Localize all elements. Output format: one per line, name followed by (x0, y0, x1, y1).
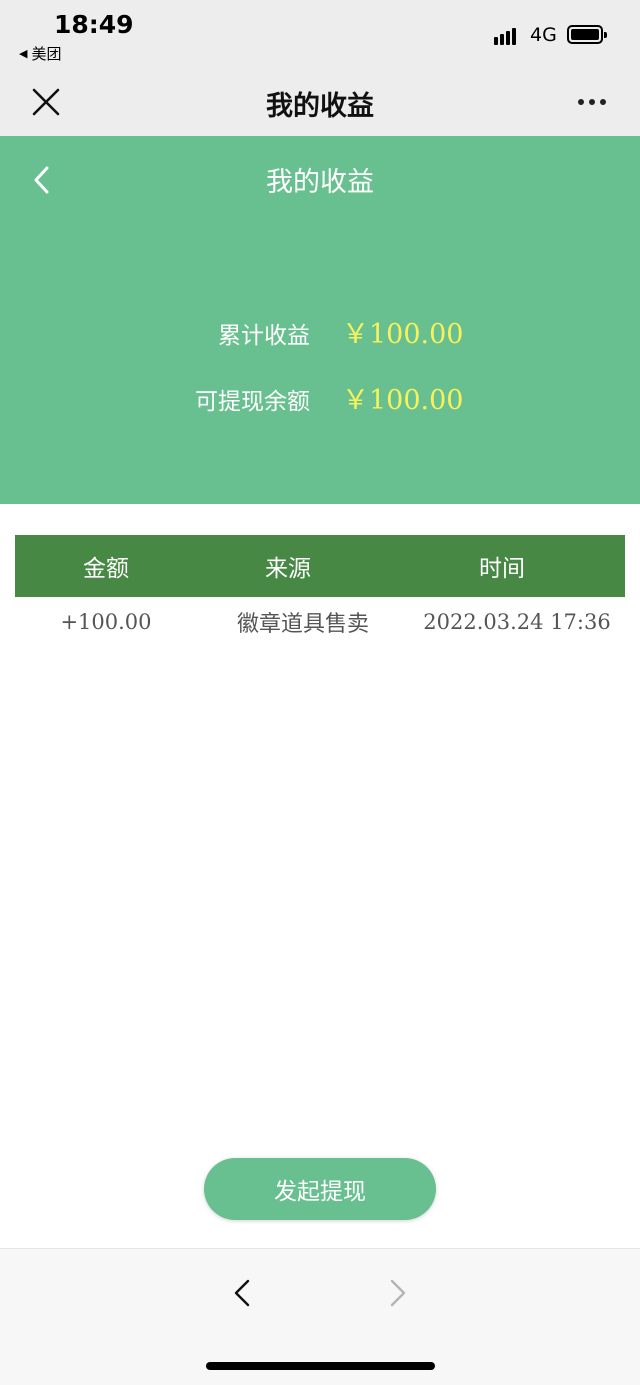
row-time: 2022.03.24 17:36 (423, 610, 611, 634)
network-type: 4G (530, 24, 557, 46)
withdraw-button[interactable]: 发起提现 (204, 1158, 436, 1220)
back-to-app-link[interactable]: ◀ 美团 (19, 43, 61, 64)
nav-bar: 我的收益 (0, 70, 640, 136)
signal-icon (494, 25, 516, 45)
total-earnings-label: 累计收益 (218, 323, 310, 349)
withdrawable-value: ￥100.00 (342, 385, 464, 416)
table-header: 金额 来源 时间 (15, 535, 625, 597)
chevron-left-icon[interactable] (230, 1275, 254, 1311)
nav-title: 我的收益 (266, 91, 374, 122)
back-app-label: 美团 (31, 45, 62, 63)
more-dots-icon[interactable] (578, 99, 606, 105)
browser-toolbar (0, 1248, 640, 1385)
page-title: 我的收益 (266, 167, 374, 198)
earnings-table: 金额 来源 时间 +100.00 徽章道具售卖 2022.03.24 17:36 (15, 535, 625, 647)
home-indicator (206, 1362, 435, 1370)
back-triangle-icon: ◀ (19, 47, 28, 60)
withdrawable-row: 可提现余额 ￥100.00 (0, 378, 640, 418)
withdrawable-label: 可提现余额 (195, 389, 310, 415)
status-bar: 18:49 ◀ 美团 4G (0, 0, 640, 70)
battery-icon (567, 25, 607, 44)
total-earnings-row: 累计收益 ￥100.00 (0, 312, 640, 352)
table-row: +100.00 徽章道具售卖 2022.03.24 17:36 (15, 597, 625, 647)
status-time: 18:49 (54, 10, 134, 39)
header-time: 时间 (479, 556, 525, 582)
total-earnings-value: ￥100.00 (342, 319, 464, 350)
row-amount: +100.00 (60, 610, 152, 634)
row-source: 徽章道具售卖 (236, 612, 369, 637)
header-source: 来源 (265, 556, 311, 582)
earnings-header: 我的收益 累计收益 ￥100.00 可提现余额 ￥100.00 (0, 136, 640, 504)
header-amount: 金额 (83, 556, 129, 582)
chevron-right-icon[interactable] (386, 1275, 410, 1311)
